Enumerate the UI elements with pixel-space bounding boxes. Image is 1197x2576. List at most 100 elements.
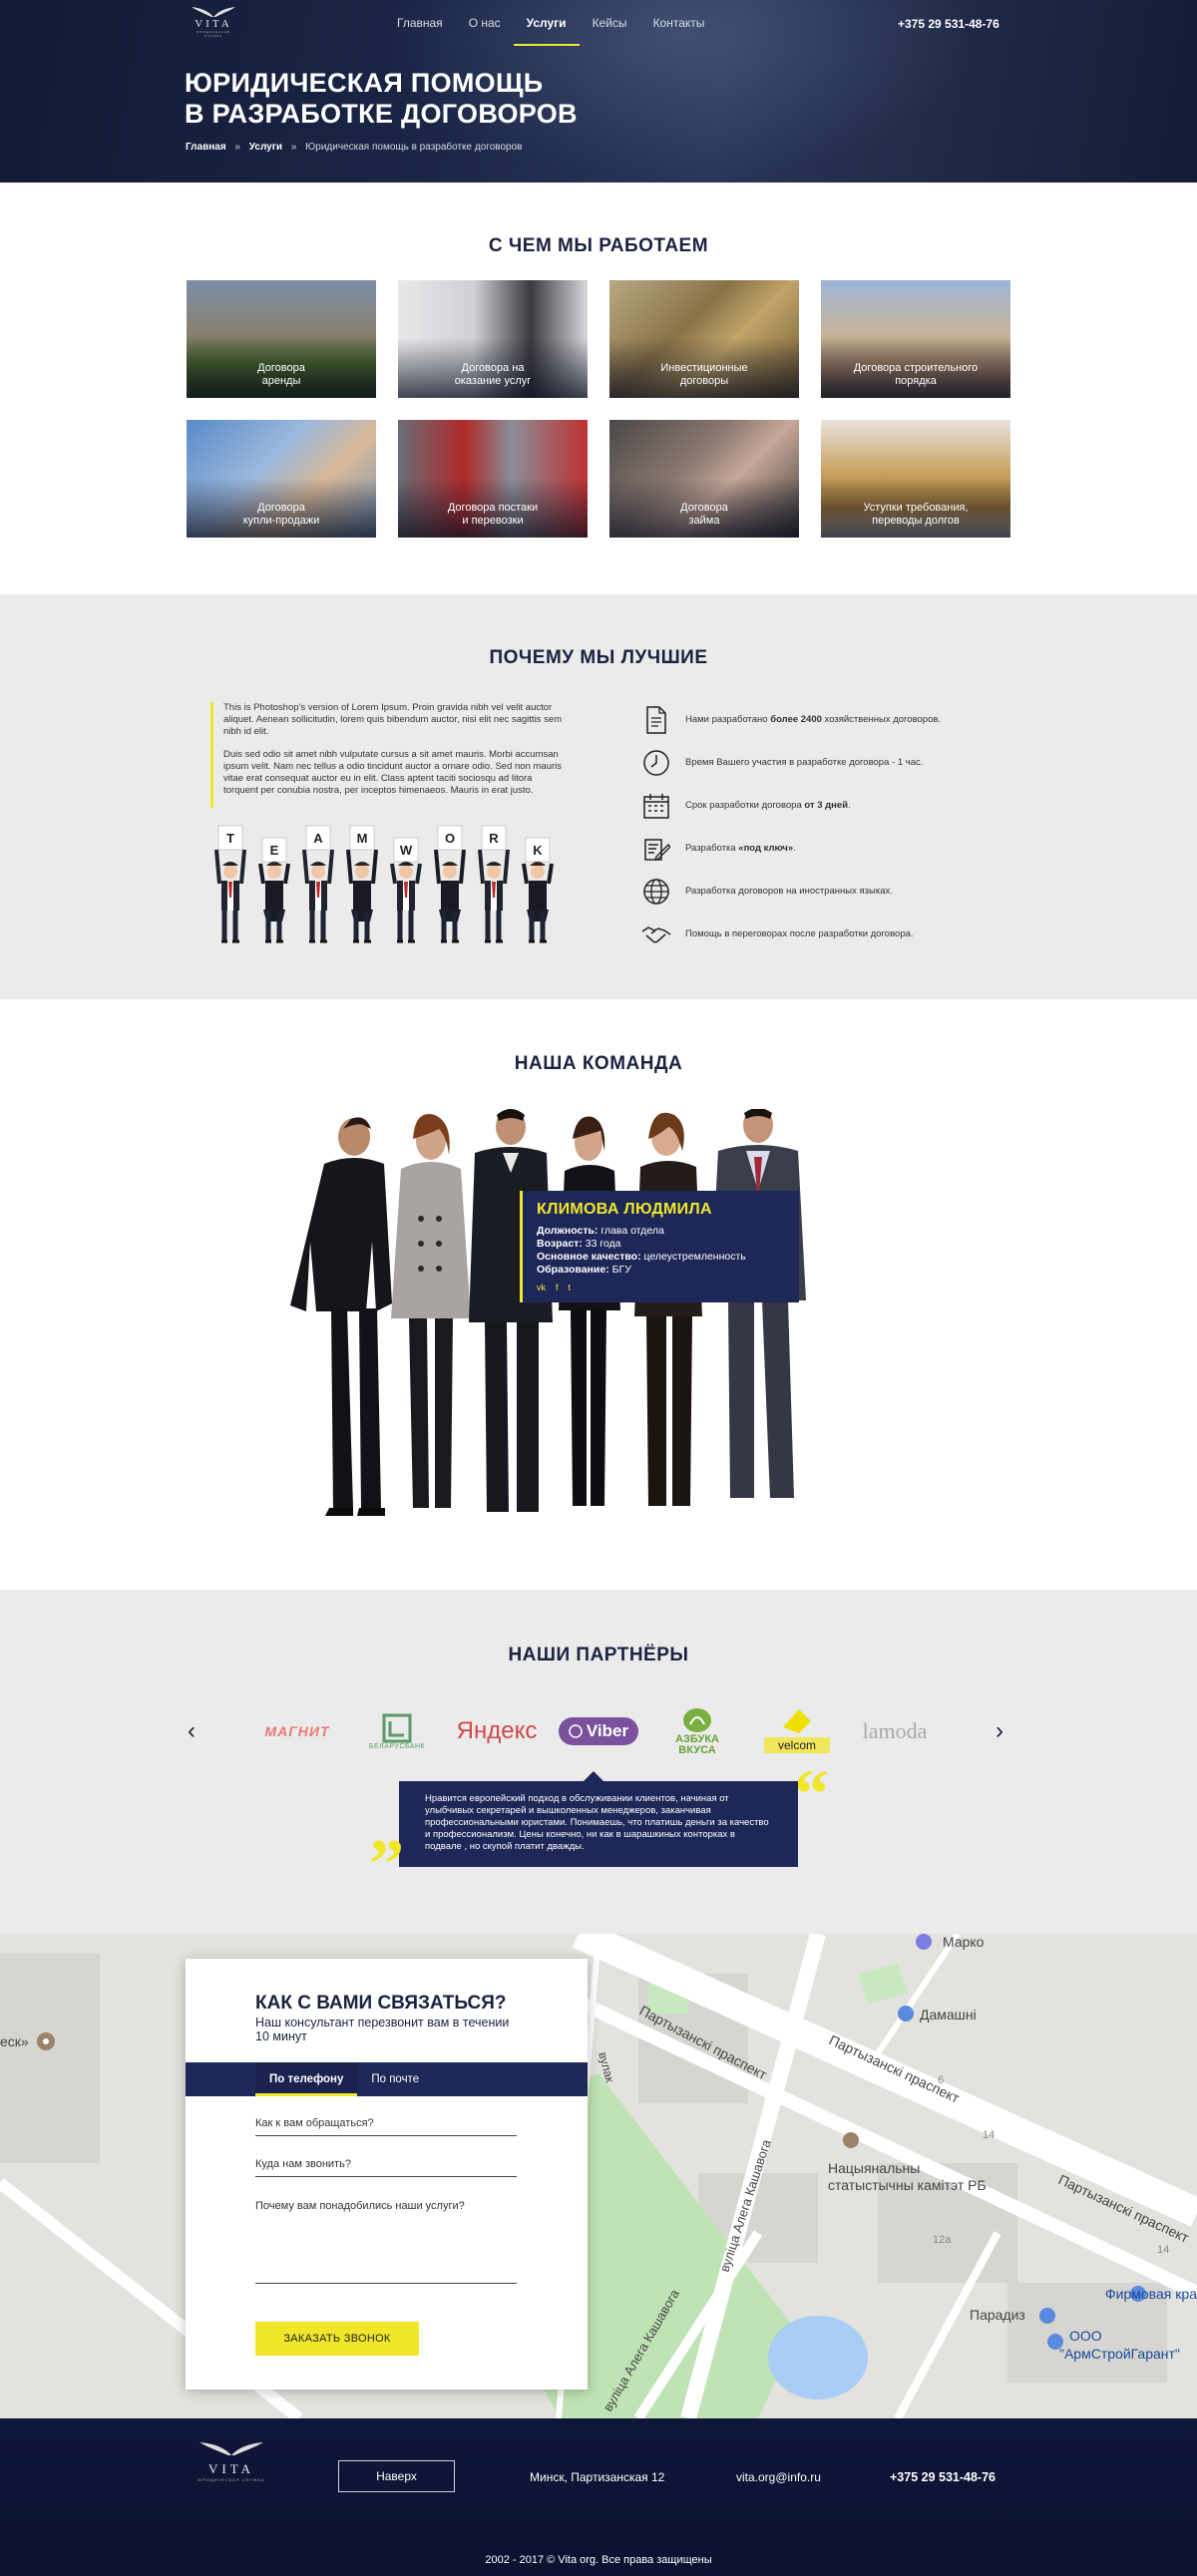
twitter-icon[interactable]: t [569, 1283, 572, 1292]
logo[interactable]: VITA ЮРИДИЧЕСКАЯ СЛУЖБА [190, 4, 237, 42]
tile-caption-line1: Уступки требования, [863, 502, 969, 514]
footer-address: Минск, Партизанская 12 [530, 2470, 665, 2484]
tile-caption-line2: купли-продажи [242, 515, 320, 527]
nav-about[interactable]: О нас [456, 0, 514, 46]
partner-logo-text: Viber [586, 1721, 629, 1740]
team-member[interactable] [559, 1116, 620, 1506]
teamwork-figure: T [214, 825, 246, 943]
partner-logo-text: БЕЛАРУСБАНК [368, 1742, 426, 1750]
tile-debts[interactable]: Уступки требования, переводы долгов [821, 420, 1010, 538]
breadcrumb-separator: » [290, 142, 297, 153]
back-to-top-button[interactable]: Наверх [338, 2460, 455, 2492]
partner-logo-text: velcom [763, 1737, 830, 1753]
member-name: КЛИМОВА ЛЮДМИЛА [537, 1201, 712, 1218]
benefits-list: Нами разработано более 2400 хозяйственны… [641, 698, 1000, 955]
page-title: ЮРИДИЧЕСКАЯ ПОМОЩЬ В РАЗРАБОТКЕ ДОГОВОРО… [185, 68, 578, 130]
teamwork-figure: W [390, 837, 422, 943]
map-label: 14 [1157, 2244, 1169, 2256]
nav-cases[interactable]: Кейсы [580, 0, 640, 46]
footer-email[interactable]: vita.org@info.ru [736, 2470, 821, 2484]
breadcrumb-current: Юридическая помощь в разработке договоро… [305, 142, 523, 153]
tile-lease[interactable]: Договора аренды [187, 280, 376, 398]
teamwork-letter: R [489, 831, 499, 846]
logo-name: VITA [207, 2461, 254, 2476]
nav-contacts[interactable]: Контакты [640, 0, 718, 46]
copyright: 2002 - 2017 © Vita org. Все права защище… [485, 2554, 712, 2566]
benefit-text: Срок разработки договора от 3 дней. [685, 800, 851, 811]
benefit-item: Разработка «под ключ». [641, 827, 1000, 870]
tile-loan[interactable]: Договора займа [609, 420, 799, 538]
wings-logo-icon [200, 2442, 263, 2455]
tile-caption: Договора займа [609, 502, 799, 528]
tile-caption-line1: Договора [680, 502, 728, 514]
teamwork-figure: E [258, 837, 290, 943]
reason-field[interactable]: Почему вам понадобились наши услуги? [255, 2200, 517, 2284]
tile-construction[interactable]: Договора строительного порядка [821, 280, 1010, 398]
belarusbank-icon [382, 1713, 412, 1742]
teamwork-letter: E [270, 843, 279, 858]
map-label: Дамашні [920, 2007, 977, 2023]
partner-logo-lamoda[interactable]: lamoda [852, 1710, 938, 1752]
map[interactable]: еск» Партызанскі праспект Партызанскі пр… [0, 1934, 1197, 2418]
benefit-text: Помощь в переговорах после разработки до… [685, 928, 914, 939]
contact-form: КАК С ВАМИ СВЯЗАТЬСЯ? Наш консультант пе… [186, 1959, 588, 2390]
phone-field[interactable]: Куда нам звонить? [255, 2158, 517, 2177]
tile-delivery[interactable]: Договора постаки и перевозки [398, 420, 588, 538]
facebook-icon[interactable]: f [556, 1283, 559, 1292]
map-label: статыстычны камітэт РБ [828, 2177, 987, 2193]
map-label: Марко [943, 1934, 985, 1950]
why-section-title: ПОЧЕМУ МЫ ЛУЧШИЕ [489, 647, 708, 668]
tile-caption-line1: Договора на [461, 362, 525, 374]
partner-logo-velcom[interactable]: velcom [756, 1695, 838, 1765]
name-field[interactable]: Как к вам обращаться? [255, 2117, 517, 2136]
vk-icon[interactable]: vk [537, 1283, 546, 1292]
work-section-title: С ЧЕМ МЫ РАБОТАЕМ [488, 235, 709, 256]
carousel-prev-button[interactable]: ‹ [188, 1717, 196, 1745]
tile-caption-line2: оказание услуг [454, 375, 532, 387]
map-label: еск» [0, 2033, 29, 2049]
partner-logo-belarusbank[interactable]: БЕЛАРУСБАНК [357, 1710, 437, 1752]
team-member[interactable] [290, 1117, 392, 1516]
tile-caption-line2: аренды [261, 375, 301, 387]
tile-caption: Инвестиционные договоры [609, 362, 799, 388]
nav-home[interactable]: Главная [384, 0, 456, 46]
partner-logo-viber[interactable]: Viber [557, 1710, 640, 1752]
tile-caption-line2: и перевозки [462, 515, 524, 527]
benefit-item: Время Вашего участия в разработке догово… [641, 741, 1000, 784]
partner-logo-yandex[interactable]: Яндекс [451, 1710, 543, 1752]
partner-logo-azbuka[interactable]: АЗБУКА ВКУСА [660, 1698, 734, 1764]
benefit-text: Нами разработано более 2400 хозяйственны… [685, 714, 942, 725]
teamwork-illustration: TEA MWO RK [214, 825, 554, 943]
benefit-item: Срок разработки договора от 3 дней. [641, 784, 1000, 827]
why-text: This is Photoshop's version of Lorem Ips… [210, 702, 565, 808]
velcom-shape-icon [783, 1709, 811, 1733]
tile-investment[interactable]: Инвестиционные договоры [609, 280, 799, 398]
team-member[interactable] [634, 1112, 702, 1506]
breadcrumb-services[interactable]: Услуги [249, 142, 282, 153]
nav-services[interactable]: Услуги [513, 0, 580, 46]
team-member[interactable] [391, 1114, 471, 1508]
order-call-button[interactable]: ЗАКАЗАТЬ ЗВОНОК [255, 2322, 419, 2356]
team-member[interactable] [469, 1109, 553, 1512]
benefit-item: Помощь в переговорах после разработки до… [641, 913, 1000, 955]
footer-logo[interactable]: VITA ЮРИДИЧЕСКАЯ СЛУЖБА [194, 2438, 269, 2482]
map-label: 12а [933, 2234, 952, 2246]
member-education: Образование: БГУ [537, 1264, 631, 1276]
team-photo [290, 1109, 806, 1516]
header-phone[interactable]: +375 29 531-48-76 [898, 17, 999, 31]
breadcrumb-home[interactable]: Главная [186, 142, 226, 153]
map-label: ООО [1069, 2328, 1102, 2344]
main-nav: Главная О нас Услуги Кейсы Контакты [384, 0, 717, 46]
footer-phone[interactable]: +375 29 531-48-76 [890, 2470, 996, 2484]
tile-sale[interactable]: Договора купли-продажи [187, 420, 376, 538]
carousel-next-button[interactable]: › [996, 1717, 1003, 1745]
tab-email[interactable]: По почте [357, 2062, 433, 2096]
tile-caption: Договора аренды [187, 362, 376, 388]
member-age: Возраст: 33 года [537, 1238, 621, 1250]
tile-services[interactable]: Договора на оказание услуг [398, 280, 588, 398]
tab-phone[interactable]: По телефону [255, 2062, 358, 2096]
team-member[interactable] [710, 1109, 806, 1498]
partner-logo-magnit[interactable]: МАГНИТ [253, 1710, 341, 1752]
partner-logo-text: МАГНИТ [264, 1723, 330, 1739]
wings-logo-icon [192, 7, 235, 17]
